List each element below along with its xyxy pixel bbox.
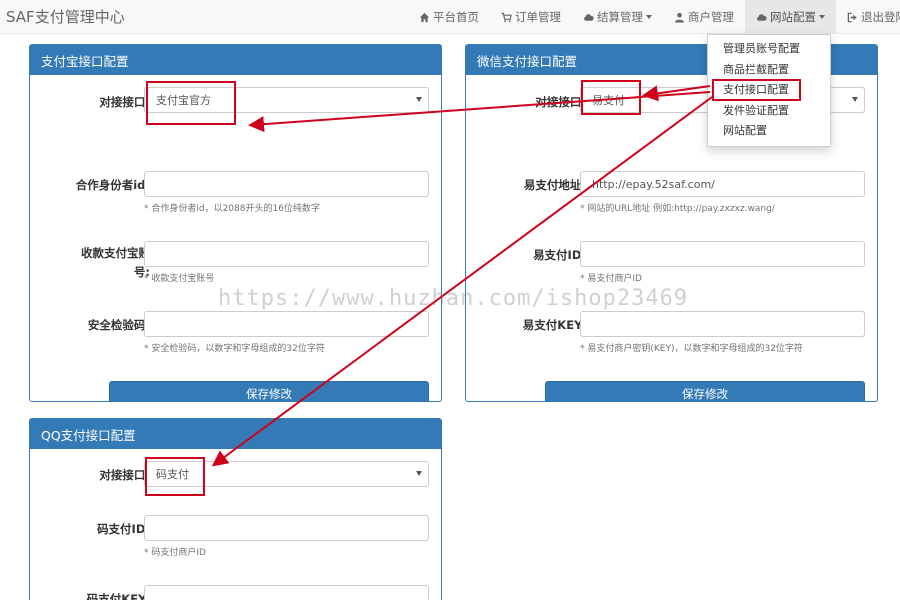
- cloud-icon: [757, 13, 767, 21]
- nav-home[interactable]: 平台首页: [408, 0, 490, 34]
- alipay-interface-select[interactable]: 支付宝官方: [144, 87, 429, 113]
- logout-icon: [847, 12, 857, 22]
- alipay-partner-label: 合作身份者id:: [75, 178, 150, 192]
- nav-orders[interactable]: 订单管理: [490, 0, 572, 34]
- menu-item-mail-verify[interactable]: 发件验证配置: [708, 101, 830, 122]
- qq-id-label: 码支付ID:: [97, 522, 150, 536]
- nav-site-config[interactable]: 网站配置: [745, 0, 836, 34]
- chevron-down-icon: [416, 97, 422, 102]
- chevron-down-icon: [819, 15, 825, 19]
- menu-item-site-config[interactable]: 网站配置: [708, 121, 830, 142]
- qq-panel-title: QQ支付接口配置: [30, 419, 441, 449]
- wechat-interface-label: 对接接口:: [535, 95, 586, 109]
- menu-item-payment-interface[interactable]: 支付接口配置: [708, 80, 830, 101]
- alipay-save-button[interactable]: 保存修改: [109, 381, 429, 401]
- qq-interface-label: 对接接口:: [99, 468, 150, 482]
- nav-logout[interactable]: 退出登陆: [836, 0, 900, 34]
- cart-icon: [501, 12, 512, 22]
- wechat-url-help: * 网站的URL地址 例如:http://pay.zxzxz.wang/: [580, 204, 775, 214]
- watermark-text: https://www.huzhan.com/ishop23469: [218, 286, 689, 311]
- alipay-panel: 支付宝接口配置 对接接口: 支付宝官方 合作身份者id: * 合作身份者id，以…: [29, 44, 442, 402]
- user-icon: [674, 12, 685, 23]
- top-navbar: SAF支付管理中心 平台首页 订单管理 结算管理 商户管理 网站配置 退出登陆: [0, 0, 900, 34]
- chevron-down-icon: [416, 471, 422, 476]
- wechat-url-label: 易支付地址:: [523, 178, 586, 192]
- alipay-account-input[interactable]: [144, 241, 429, 267]
- alipay-partner-input[interactable]: [144, 171, 429, 197]
- alipay-interface-label: 对接接口:: [99, 95, 150, 109]
- wechat-save-button[interactable]: 保存修改: [545, 381, 865, 401]
- qq-panel: QQ支付接口配置 对接接口: 码支付 码支付ID: * 码支付商户ID 码支付K…: [29, 418, 442, 600]
- menu-item-product-block[interactable]: 商品拦截配置: [708, 60, 830, 81]
- wechat-id-input[interactable]: [580, 241, 865, 267]
- alipay-key-label: 安全检验码:: [87, 318, 150, 332]
- wechat-id-label: 易支付ID:: [533, 248, 586, 262]
- chevron-down-icon: [852, 97, 858, 102]
- qq-key-input[interactable]: [144, 585, 429, 600]
- alipay-key-input[interactable]: [144, 311, 429, 337]
- qq-id-help: * 码支付商户ID: [144, 548, 206, 558]
- qq-interface-select[interactable]: 码支付: [144, 461, 429, 487]
- alipay-partner-help: * 合作身份者id，以2088开头的16位纯数字: [144, 204, 320, 214]
- wechat-url-input[interactable]: http://epay.52saf.com/: [580, 171, 865, 197]
- cloud-icon: [584, 13, 594, 21]
- qq-key-label: 码支付KEY:: [86, 592, 150, 600]
- wechat-key-help: * 易支付商户密钥(KEY)，以数字和字母组成的32位字符: [580, 344, 803, 354]
- alipay-key-help: * 安全检验码，以数字和字母组成的32位字符: [144, 344, 325, 354]
- alipay-panel-title: 支付宝接口配置: [30, 45, 441, 75]
- main-nav: 平台首页 订单管理 结算管理 商户管理 网站配置 退出登陆: [408, 0, 900, 34]
- nav-settlement[interactable]: 结算管理: [572, 0, 663, 34]
- brand-title[interactable]: SAF支付管理中心: [6, 6, 125, 27]
- wechat-key-label: 易支付KEY:: [522, 318, 586, 332]
- site-config-dropdown: 管理员账号配置 商品拦截配置 支付接口配置 发件验证配置 网站配置: [707, 34, 831, 147]
- chevron-down-icon: [646, 15, 652, 19]
- menu-item-admin-account[interactable]: 管理员账号配置: [708, 39, 830, 60]
- qq-id-input[interactable]: [144, 515, 429, 541]
- alipay-account-label: 收款支付宝账 号:: [81, 246, 150, 279]
- wechat-key-input[interactable]: [580, 311, 865, 337]
- alipay-account-help: * 收款支付宝账号: [144, 274, 215, 284]
- wechat-id-help: * 易支付商户ID: [580, 274, 642, 284]
- nav-merchants[interactable]: 商户管理: [663, 0, 745, 34]
- home-icon: [419, 12, 430, 22]
